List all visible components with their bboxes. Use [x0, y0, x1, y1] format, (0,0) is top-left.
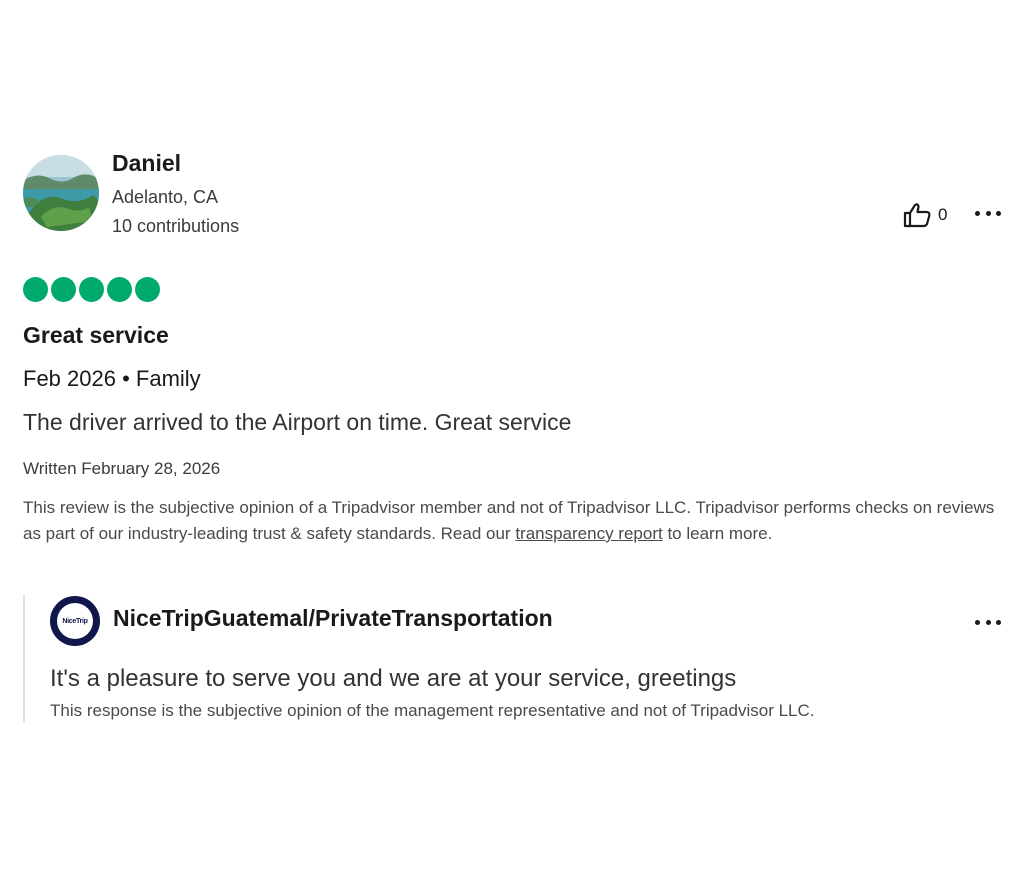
- response-text: It's a pleasure to serve you and we are …: [50, 665, 737, 692]
- response-more-options-button[interactable]: [975, 612, 1001, 632]
- business-logo-text: NiceTrip: [57, 603, 93, 639]
- thumbs-up-icon: [903, 203, 931, 228]
- reviewer-avatar[interactable]: [23, 155, 99, 231]
- review-text: The driver arrived to the Airport on tim…: [23, 409, 572, 435]
- more-options-dot: [985, 210, 991, 216]
- reviewer-location: Adelanto, CA: [112, 187, 219, 207]
- rating-bubble: [135, 277, 160, 302]
- helpful-vote-button[interactable]: 0: [902, 200, 947, 230]
- business-logo[interactable]: NiceTrip: [50, 596, 100, 646]
- written-date: Written February 28, 2026: [23, 459, 221, 478]
- trip-date-type: Feb 2026 • Family: [23, 366, 201, 391]
- response-disclaimer: This response is the subjective opinion …: [50, 701, 815, 720]
- rating-bubble: [79, 277, 104, 302]
- rating-bubble: [51, 277, 76, 302]
- more-options-icon: [975, 619, 980, 625]
- more-options-dot: [985, 619, 991, 625]
- helpful-count: 0: [938, 205, 948, 224]
- rating-bubble: [107, 277, 132, 302]
- disclaimer-text: This review is the subjective opinion of…: [23, 498, 995, 543]
- more-options-dot: [996, 210, 1001, 216]
- review-title[interactable]: Great service: [23, 322, 169, 349]
- bubble-rating: [23, 277, 160, 302]
- reviewer-contributions: 10 contributions: [112, 216, 240, 236]
- disclaimer-text-end: to learn more.: [662, 524, 773, 543]
- transparency-report-link[interactable]: transparency report: [515, 524, 662, 543]
- landscape-island-avatar-icon: [23, 155, 99, 231]
- review-disclaimer: This review is the subjective opinion of…: [23, 495, 1013, 547]
- review-more-options-button[interactable]: [975, 203, 1001, 223]
- business-owner-name[interactable]: NiceTripGuatemal/PrivateTransportation: [113, 605, 553, 632]
- rating-bubble: [23, 277, 48, 302]
- review-card: Daniel Adelanto, CA 10 contributions 0 G…: [0, 0, 1024, 888]
- reviewer-name[interactable]: Daniel: [112, 150, 181, 177]
- more-options-icon: [975, 210, 980, 216]
- more-options-dot: [996, 619, 1001, 625]
